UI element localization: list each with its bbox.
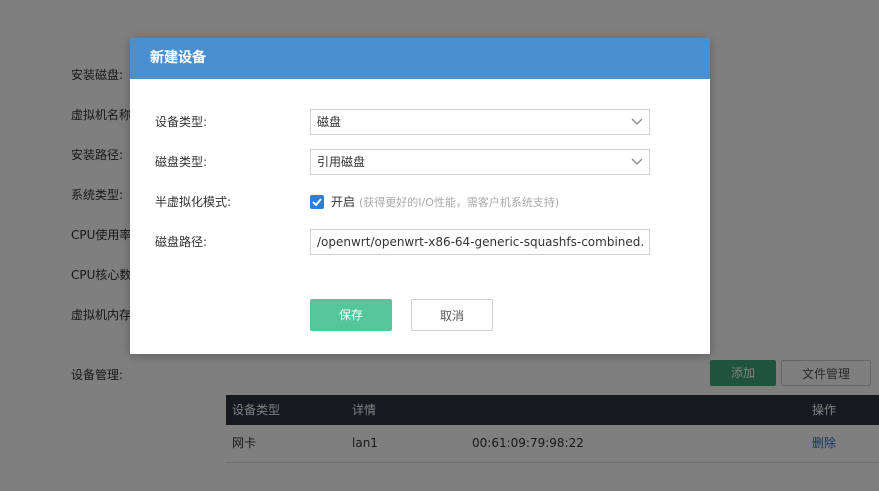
disk-type-select[interactable]: 引用磁盘 xyxy=(310,149,650,175)
device-type-row: 设备类型: 磁盘 xyxy=(130,109,710,135)
disk-type-row: 磁盘类型: 引用磁盘 xyxy=(130,149,710,175)
disk-path-label: 磁盘路径: xyxy=(155,235,208,249)
save-button[interactable]: 保存 xyxy=(310,299,392,331)
cancel-button[interactable]: 取消 xyxy=(411,299,493,331)
dialog-title: 新建设备 xyxy=(130,38,710,79)
disk-path-input[interactable] xyxy=(310,229,650,255)
checkmark-icon xyxy=(312,198,322,207)
disk-type-value: 引用磁盘 xyxy=(317,155,366,169)
disk-type-label: 磁盘类型: xyxy=(155,155,208,169)
new-device-dialog: 新建设备 设备类型: 磁盘 磁盘类型: 引用磁盘 半虚拟化模式: 开启 (获得更… xyxy=(130,38,710,354)
chevron-down-icon xyxy=(631,118,643,125)
paravirt-row: 半虚拟化模式: 开启 (获得更好的I/O性能，需客户机系统支持) xyxy=(130,189,710,215)
paravirt-hint: (获得更好的I/O性能，需客户机系统支持) xyxy=(359,196,560,209)
chevron-down-icon xyxy=(631,158,643,165)
device-type-value: 磁盘 xyxy=(317,115,342,129)
disk-path-row: 磁盘路径: xyxy=(130,229,710,255)
paravirt-checkbox[interactable] xyxy=(310,195,324,209)
device-type-label: 设备类型: xyxy=(155,115,208,129)
paravirt-label: 半虚拟化模式: xyxy=(155,195,232,209)
paravirt-checkbox-label[interactable]: 开启 xyxy=(331,189,355,215)
device-type-select[interactable]: 磁盘 xyxy=(310,109,650,135)
